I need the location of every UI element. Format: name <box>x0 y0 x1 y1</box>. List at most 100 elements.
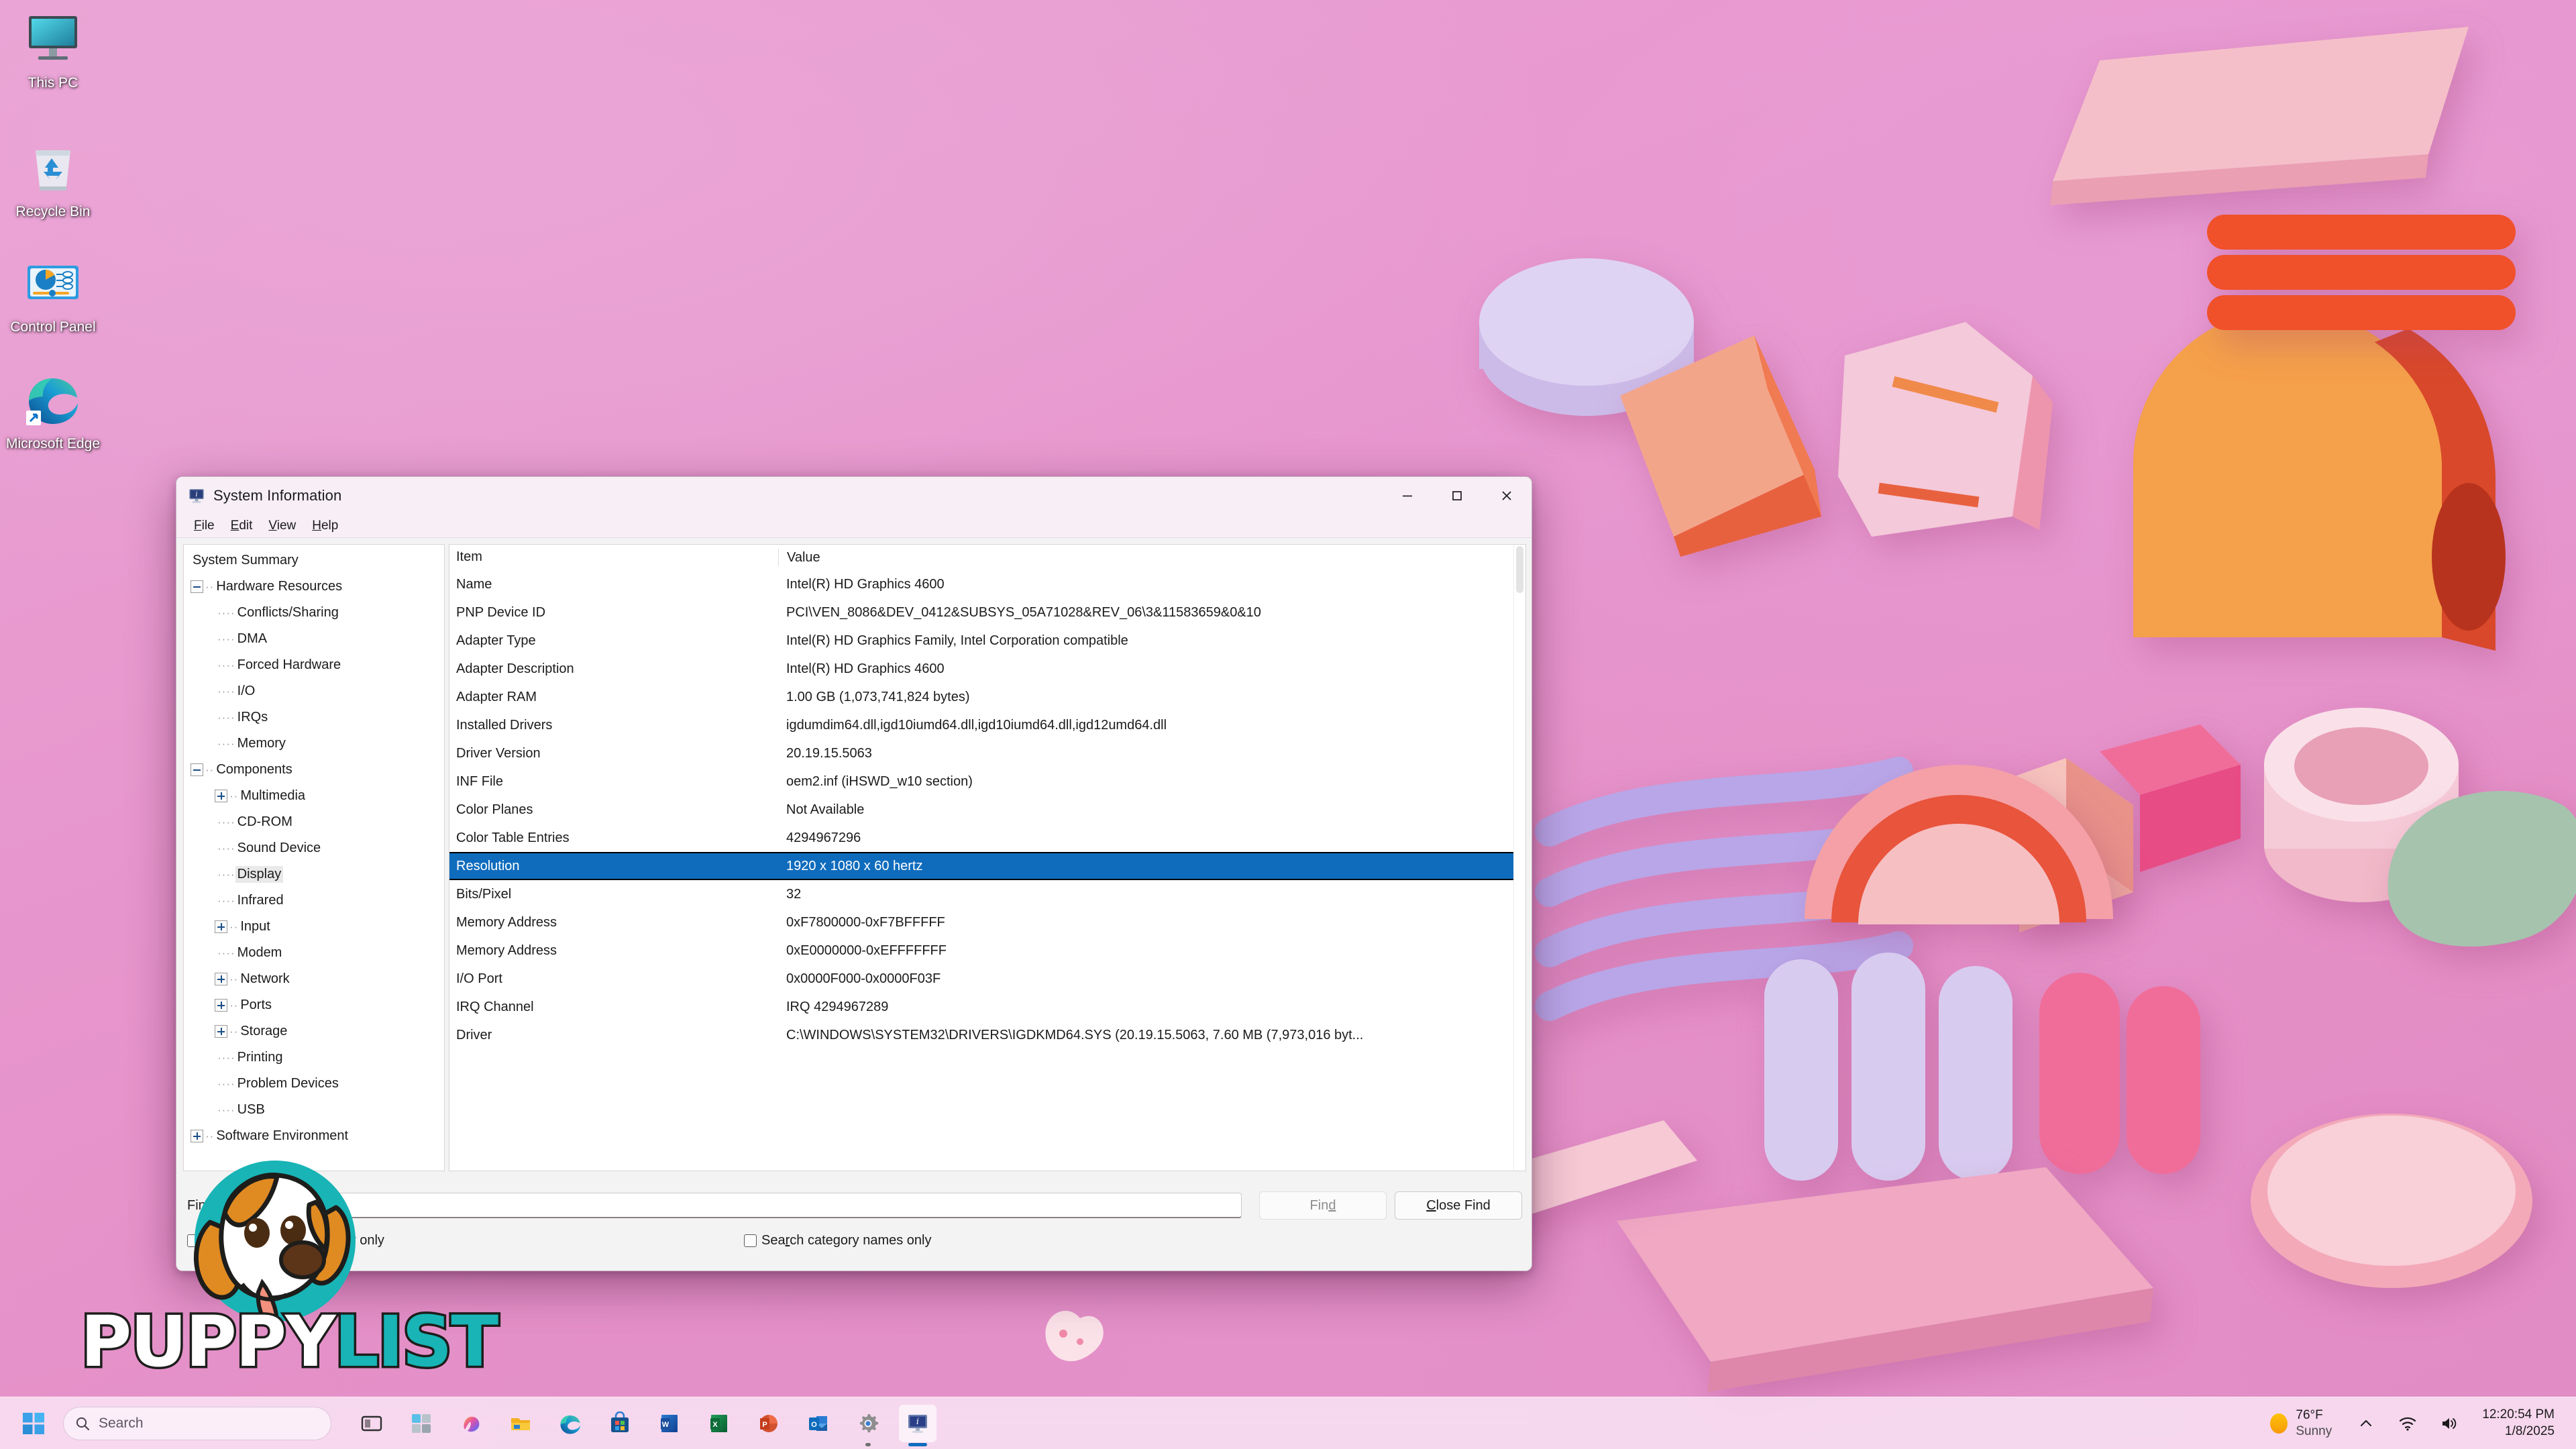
taskbar-widgets[interactable] <box>402 1405 440 1442</box>
weather-widget[interactable]: 76°F Sunny <box>2263 1404 2339 1443</box>
table-row[interactable]: Color Table Entries 4294967296 <box>449 824 1525 852</box>
tree-item-memory[interactable]: ···· Memory <box>184 731 444 757</box>
taskbar-microsoft-store[interactable] <box>601 1405 639 1442</box>
find-button[interactable]: Find <box>1259 1191 1387 1220</box>
tree-item-components[interactable]: ·· Components <box>184 757 444 783</box>
scrollbar-thumb[interactable] <box>1516 546 1523 593</box>
chevron-up-icon <box>2361 1419 2372 1426</box>
tree-item-problem-devices[interactable]: ···· Problem Devices <box>184 1071 444 1097</box>
table-row[interactable]: Memory Address 0xF7800000-0xF7BFFFFF <box>449 908 1525 936</box>
menu-help[interactable]: Help <box>304 517 346 534</box>
search-category-names-checkbox[interactable]: Search category names only <box>744 1233 932 1248</box>
tree-item-modem[interactable]: ···· Modem <box>184 940 444 966</box>
tree-item-i-o[interactable]: ···· I/O <box>184 678 444 704</box>
tree-item-sound-device[interactable]: ···· Sound Device <box>184 835 444 861</box>
tree-item-conflicts-sharing[interactable]: ···· Conflicts/Sharing <box>184 600 444 626</box>
clock[interactable]: 12:20:54 PM 1/8/2025 <box>2477 1404 2560 1442</box>
tree-item-storage[interactable]: ·· Storage <box>184 1018 444 1044</box>
desktop[interactable]: This PC Recycle Bin Control Panel Micros… <box>0 0 2576 1449</box>
find-input[interactable] <box>218 1193 1242 1218</box>
tray-network-button[interactable] <box>2394 1409 2422 1438</box>
window-menubar[interactable]: File Edit View Help <box>176 514 1532 538</box>
menu-view[interactable]: View <box>260 517 304 534</box>
taskbar-powerpoint[interactable]: P <box>750 1405 788 1442</box>
category-tree-pane[interactable]: System Summary ·· Hardware Resources ···· Co… <box>183 544 445 1171</box>
tree-item-ports[interactable]: ·· Ports <box>184 992 444 1018</box>
table-row[interactable]: Adapter RAM 1.00 GB (1,073,741,824 bytes) <box>449 683 1525 711</box>
minimize-button[interactable] <box>1383 477 1432 514</box>
taskbar-microsoft-edge[interactable] <box>551 1405 589 1442</box>
menu-file[interactable]: File <box>186 517 223 534</box>
table-row[interactable]: INF File oem2.inf (iHSWD_w10 section) <box>449 767 1525 796</box>
taskbar-copilot[interactable] <box>452 1405 490 1442</box>
expand-icon[interactable] <box>215 790 227 802</box>
table-row[interactable]: PNP Device ID PCI\VEN_8086&DEV_0412&SUBSY… <box>449 598 1525 627</box>
window-titlebar[interactable]: i System Information <box>176 477 1532 514</box>
tree-item-cd-rom[interactable]: ···· CD-ROM <box>184 809 444 835</box>
taskbar-task-view[interactable] <box>353 1405 390 1442</box>
search-selected-category-checkbox[interactable]: Search selected category only <box>187 1233 744 1248</box>
expand-icon[interactable] <box>215 1025 227 1038</box>
start-button[interactable] <box>15 1405 52 1442</box>
table-row[interactable]: Memory Address 0xE0000000-0xEFFFFFFF <box>449 936 1525 965</box>
taskbar-system-information[interactable]: i <box>899 1404 936 1446</box>
table-row[interactable]: Adapter Description Intel(R) HD Graphics … <box>449 655 1525 683</box>
expand-icon[interactable] <box>215 920 227 933</box>
tree-item-system-summary[interactable]: System Summary <box>184 547 444 574</box>
table-row[interactable]: Name Intel(R) HD Graphics 4600 <box>449 570 1525 598</box>
tree-item-software-environment[interactable]: ·· Software Environment <box>184 1123 444 1149</box>
table-row[interactable]: Resolution 1920 x 1080 x 60 hertz <box>449 852 1525 880</box>
desktop-icon-recycle-bin[interactable]: Recycle Bin <box>3 134 103 221</box>
tray-overflow-button[interactable] <box>2352 1409 2380 1438</box>
tree-item-infrared[interactable]: ···· Infrared <box>184 888 444 914</box>
tree-items: System Summary ·· Hardware Resources ···· Co… <box>184 545 444 1149</box>
checkbox-box[interactable] <box>187 1234 200 1247</box>
checkbox-box[interactable] <box>744 1234 757 1247</box>
taskbar-file-explorer[interactable] <box>502 1405 539 1442</box>
detail-column-headers[interactable]: Item Value <box>449 545 1525 570</box>
tree-item-display[interactable]: ···· Display <box>184 861 444 888</box>
taskbar-outlook[interactable]: O <box>800 1405 837 1442</box>
taskbar[interactable]: Search W X P O i 76°F Sunny 12:20:54 PM … <box>0 1397 2576 1449</box>
column-header-value[interactable]: Value <box>778 548 1525 566</box>
search-box[interactable]: Search <box>63 1406 331 1440</box>
tree-item-forced-hardware[interactable]: ···· Forced Hardware <box>184 652 444 678</box>
table-row[interactable]: Driver C:\WINDOWS\SYSTEM32\DRIVERS\IGDKMD… <box>449 1021 1525 1049</box>
tree-item-hardware-resources[interactable]: ·· Hardware Resources <box>184 574 444 600</box>
tree-item-irqs[interactable]: ···· IRQs <box>184 704 444 731</box>
desktop-icon-microsoft-edge[interactable]: Microsoft Edge <box>3 366 103 453</box>
table-row[interactable]: IRQ Channel IRQ 4294967289 <box>449 993 1525 1021</box>
tray-volume-button[interactable] <box>2435 1409 2463 1438</box>
tree-item-printing[interactable]: ···· Printing <box>184 1044 444 1071</box>
expand-icon[interactable] <box>215 999 227 1012</box>
desktop-icon-this-pc[interactable]: This PC <box>3 5 103 92</box>
collapse-icon[interactable] <box>191 580 203 593</box>
collapse-icon[interactable] <box>191 763 203 776</box>
table-row[interactable]: I/O Port 0x0000F000-0x0000F03F <box>449 965 1525 993</box>
desktop-icon-control-panel[interactable]: Control Panel <box>3 250 103 336</box>
maximize-button[interactable] <box>1432 477 1482 514</box>
taskbar-word[interactable]: W <box>651 1405 688 1442</box>
detail-list-pane[interactable]: Item Value Name Intel(R) HD Graphics 4600… <box>449 544 1526 1171</box>
table-row[interactable]: Adapter Type Intel(R) HD Graphics Family,… <box>449 627 1525 655</box>
expand-icon[interactable] <box>191 1130 203 1142</box>
table-row[interactable]: Bits/Pixel 32 <box>449 880 1525 908</box>
system-information-window[interactable]: i System Information File Edit View Help… <box>176 476 1532 1271</box>
table-cell-value: 4294967296 <box>786 830 861 845</box>
tree-item-multimedia[interactable]: ·· Multimedia <box>184 783 444 809</box>
table-row[interactable]: Driver Version 20.19.15.5063 <box>449 739 1525 767</box>
close-button[interactable] <box>1482 477 1532 514</box>
column-header-item[interactable]: Item <box>449 549 778 565</box>
tree-item-dma[interactable]: ···· DMA <box>184 626 444 652</box>
detail-vertical-scrollbar[interactable] <box>1513 545 1525 1171</box>
table-row[interactable]: Installed Drivers igdumdim64.dll,igd10ium… <box>449 711 1525 739</box>
close-find-button[interactable]: Close Find <box>1395 1191 1522 1220</box>
tree-item-input[interactable]: ·· Input <box>184 914 444 940</box>
expand-icon[interactable] <box>215 973 227 985</box>
taskbar-excel[interactable]: X <box>700 1405 738 1442</box>
table-row[interactable]: Color Planes Not Available <box>449 796 1525 824</box>
menu-edit[interactable]: Edit <box>223 517 261 534</box>
taskbar-settings[interactable] <box>849 1405 887 1446</box>
tree-item-network[interactable]: ·· Network <box>184 966 444 992</box>
tree-item-usb[interactable]: ···· USB <box>184 1097 444 1123</box>
